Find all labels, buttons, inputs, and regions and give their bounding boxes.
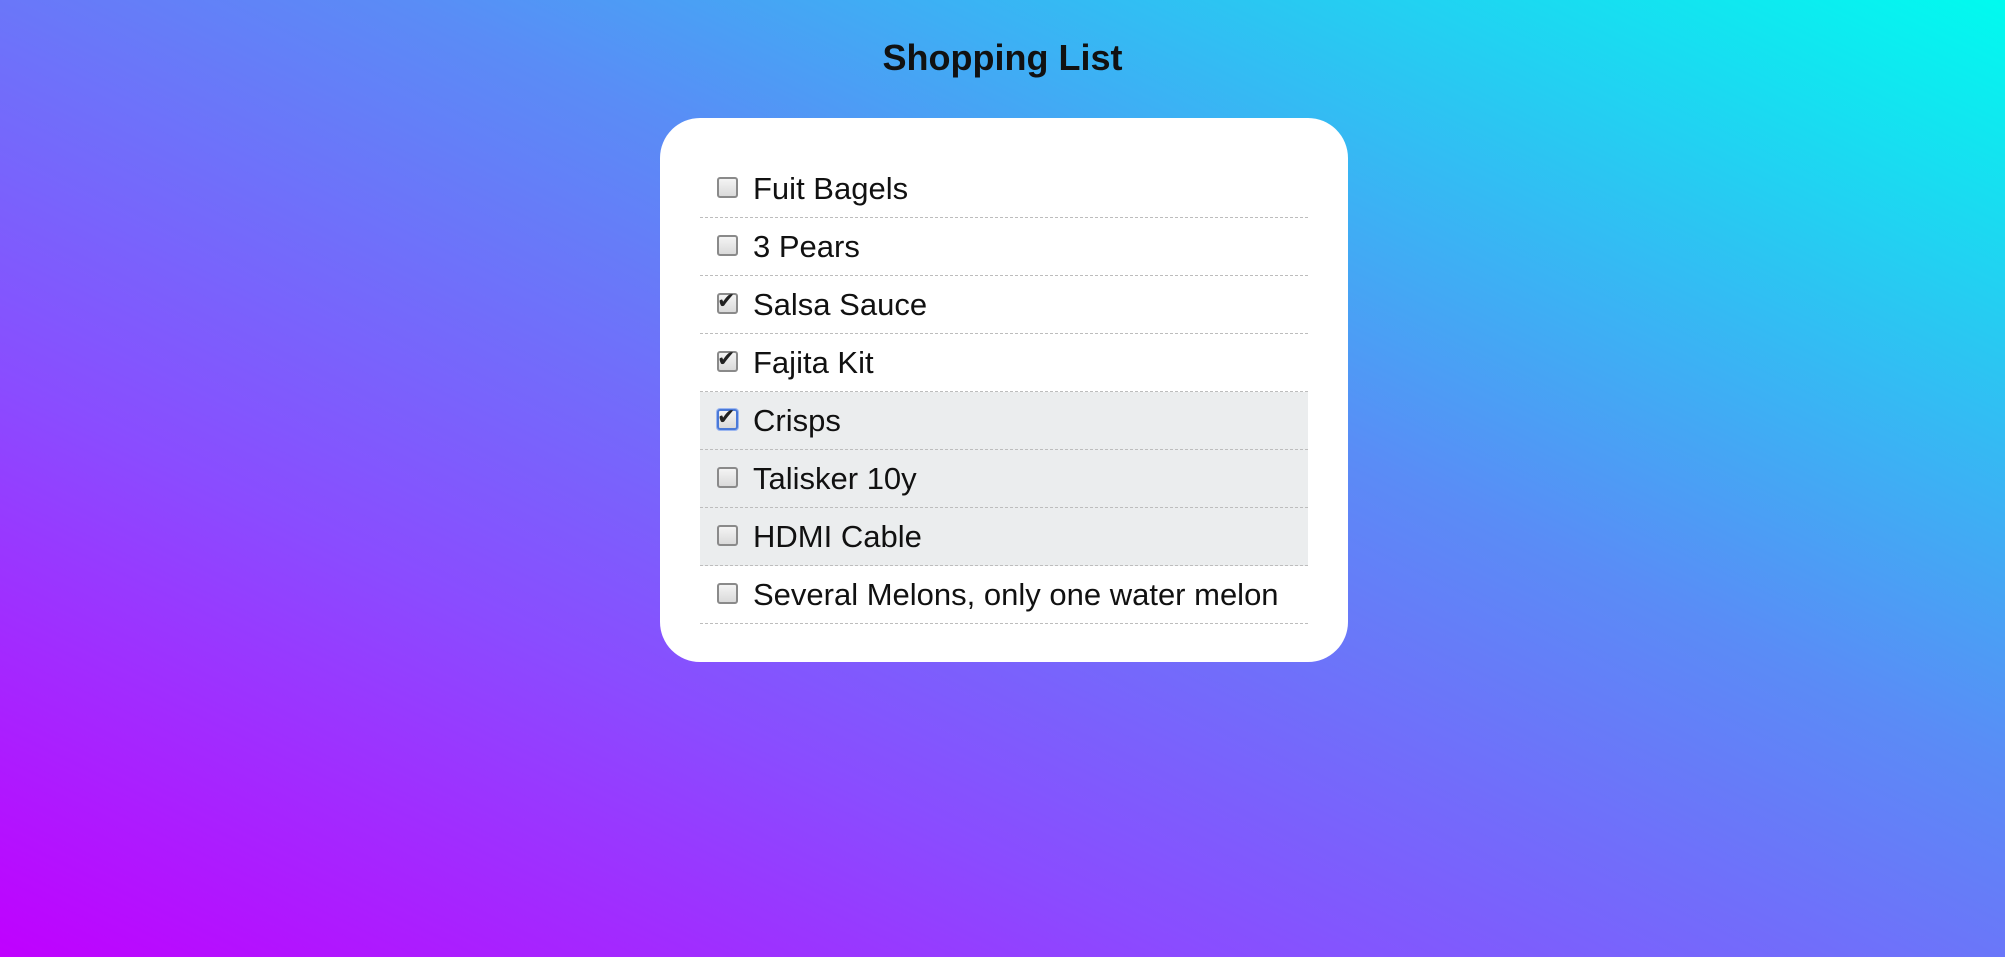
item-checkbox[interactable]: ✔ [717, 405, 738, 430]
list-item[interactable]: HDMI Cable [700, 508, 1308, 566]
list-item[interactable]: Talisker 10y [700, 450, 1308, 508]
list-item[interactable]: Fuit Bagels [700, 160, 1308, 218]
item-label[interactable]: Salsa Sauce [753, 287, 927, 323]
item-label[interactable]: 3 Pears [753, 229, 860, 265]
item-label[interactable]: Fajita Kit [753, 345, 874, 381]
list-item[interactable]: Several Melons, only one water melon [700, 566, 1308, 624]
item-checkbox[interactable]: ✔ [717, 289, 738, 314]
item-checkbox[interactable] [717, 525, 738, 546]
item-checkbox[interactable] [717, 583, 738, 604]
list-item[interactable]: ✔ Salsa Sauce [700, 276, 1308, 334]
check-mark-icon: ✔ [717, 289, 736, 314]
item-label[interactable]: Several Melons, only one water melon [753, 577, 1279, 613]
list-item[interactable]: 3 Pears [700, 218, 1308, 276]
list-item[interactable]: ✔ Crisps [700, 392, 1308, 450]
item-label[interactable]: Fuit Bagels [753, 171, 908, 207]
item-checkbox[interactable] [717, 177, 738, 198]
shopping-list-card: Fuit Bagels 3 Pears ✔ Salsa Sauce ✔ Faji… [660, 118, 1348, 662]
page-title: Shopping List [882, 37, 1123, 78]
item-label[interactable]: Talisker 10y [753, 461, 917, 497]
shopping-list: Fuit Bagels 3 Pears ✔ Salsa Sauce ✔ Faji… [700, 160, 1308, 624]
item-label[interactable]: Crisps [753, 403, 841, 439]
check-mark-icon: ✔ [717, 405, 736, 430]
item-checkbox[interactable] [717, 235, 738, 256]
list-item[interactable]: ✔ Fajita Kit [700, 334, 1308, 392]
item-label[interactable]: HDMI Cable [753, 519, 922, 555]
item-checkbox[interactable] [717, 467, 738, 488]
check-mark-icon: ✔ [717, 347, 736, 372]
item-checkbox[interactable]: ✔ [717, 347, 738, 372]
